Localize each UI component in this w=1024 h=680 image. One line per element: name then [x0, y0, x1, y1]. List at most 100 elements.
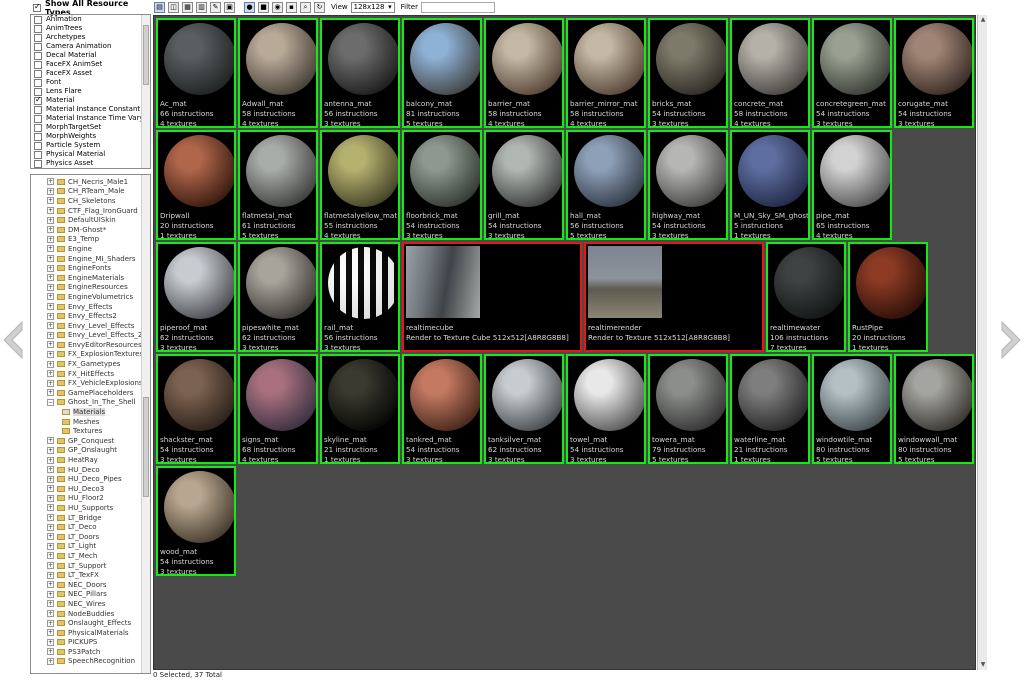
- expand-toggle-icon[interactable]: +: [47, 523, 54, 531]
- expand-toggle-icon[interactable]: −: [47, 398, 54, 406]
- resource-type-checkbox[interactable]: [34, 33, 42, 42]
- scroll-down-icon[interactable]: ▼: [979, 661, 987, 669]
- package-tree-item[interactable]: + DM-Ghost*: [31, 225, 150, 235]
- resource-type-scrollbar[interactable]: [141, 15, 150, 168]
- expand-toggle-icon[interactable]: +: [47, 629, 54, 637]
- expand-toggle-icon[interactable]: +: [47, 619, 54, 627]
- expand-toggle-icon[interactable]: +: [47, 638, 54, 646]
- package-tree-item[interactable]: + HeatRay: [31, 455, 150, 465]
- expand-toggle-icon[interactable]: +: [47, 504, 54, 512]
- expand-toggle-icon[interactable]: +: [47, 293, 54, 301]
- resource-type-item[interactable]: FaceFX AnimSet: [31, 60, 150, 69]
- package-tree-item[interactable]: Materials: [31, 407, 150, 417]
- expand-toggle-icon[interactable]: +: [47, 552, 54, 560]
- material-tile[interactable]: grill_mat 54 instructions 3 textures: [484, 130, 564, 240]
- material-tile[interactable]: wood_mat 54 instructions 3 textures: [156, 466, 236, 576]
- package-tree-item[interactable]: + HU_Floor2: [31, 494, 150, 504]
- package-tree-item[interactable]: + HU_Deco: [31, 465, 150, 475]
- refresh-icon[interactable]: ↻: [314, 1, 325, 13]
- package-tree-item[interactable]: + Envy_Effects: [31, 302, 150, 312]
- resource-type-checkbox[interactable]: [34, 95, 42, 105]
- material-tile[interactable]: pipe_mat 65 instructions 4 textures: [812, 130, 892, 240]
- material-tile[interactable]: concretegreen_mat 54 instructions 3 textur…: [812, 18, 892, 128]
- tag-icon[interactable]: ✎: [210, 1, 221, 13]
- expand-toggle-icon[interactable]: +: [47, 197, 54, 205]
- material-tile[interactable]: floorbrick_mat 54 instructions 3 textures: [402, 130, 482, 240]
- resource-type-checkbox[interactable]: [34, 42, 42, 51]
- sphere-preview-icon[interactable]: ●: [244, 1, 255, 13]
- package-tree-item[interactable]: + NEC_Wires: [31, 599, 150, 609]
- resource-type-item[interactable]: Material Instance Time Varying: [31, 114, 150, 123]
- scroll-up-icon[interactable]: ▲: [979, 16, 987, 24]
- package-tree-item[interactable]: + GP_Onslaught: [31, 446, 150, 456]
- resource-type-item[interactable]: MorphTargetSet: [31, 123, 150, 132]
- resource-type-item[interactable]: Material: [31, 95, 150, 105]
- material-tile[interactable]: towel_mat 54 instructions 3 textures: [566, 354, 646, 464]
- expand-toggle-icon[interactable]: +: [47, 581, 54, 589]
- grid-icon[interactable]: ▥: [196, 1, 207, 13]
- material-tile[interactable]: flatmetalyellow_mat 55 instructions 4 text…: [320, 130, 400, 240]
- resource-type-item[interactable]: Decal Material: [31, 51, 150, 60]
- resource-type-checkbox[interactable]: [34, 60, 42, 69]
- expand-toggle-icon[interactable]: +: [47, 341, 54, 349]
- expand-toggle-icon[interactable]: +: [47, 542, 54, 550]
- package-tree-item[interactable]: + LT_Bridge: [31, 513, 150, 523]
- resource-type-checkbox[interactable]: [34, 141, 42, 150]
- package-tree-item[interactable]: + EngineResources: [31, 283, 150, 293]
- package-tree-item[interactable]: + LT_Light: [31, 542, 150, 552]
- material-tile[interactable]: corugate_mat 54 instructions 3 textures: [894, 18, 974, 128]
- package-tree-item[interactable]: + EngineVolumetrics: [31, 292, 150, 302]
- package-tree-item[interactable]: + HU_Deco_Pipes: [31, 474, 150, 484]
- package-tree-item[interactable]: + NodeBuddies: [31, 609, 150, 619]
- expand-toggle-icon[interactable]: +: [47, 562, 54, 570]
- plane-preview-icon[interactable]: ▪: [286, 1, 297, 13]
- resource-type-item[interactable]: Particle System: [31, 141, 150, 150]
- resource-type-item[interactable]: FaceFX Asset: [31, 69, 150, 78]
- material-tile[interactable]: waterline_mat 21 instructions 1 textures: [730, 354, 810, 464]
- material-tile[interactable]: windowtile_mat 80 instructions 5 textures: [812, 354, 892, 464]
- package-tree-item[interactable]: Textures: [31, 426, 150, 436]
- resource-type-item[interactable]: Material Instance Constant: [31, 105, 150, 114]
- material-tile[interactable]: flatmetal_mat 61 instructions 5 textures: [238, 130, 318, 240]
- material-tile[interactable]: Ac_mat 66 instructions 4 textures: [156, 18, 236, 128]
- material-tile[interactable]: Dripwall 20 instructions 1 textures: [156, 130, 236, 240]
- split-view-icon[interactable]: ◫: [168, 1, 179, 13]
- resource-type-checkbox[interactable]: [34, 69, 42, 78]
- expand-toggle-icon[interactable]: +: [47, 446, 54, 454]
- material-tile[interactable]: antenna_mat 56 instructions 3 textures: [320, 18, 400, 128]
- cylinder-preview-icon[interactable]: ◉: [272, 1, 283, 13]
- expand-toggle-icon[interactable]: +: [47, 322, 54, 330]
- resource-type-item[interactable]: Animation: [31, 15, 150, 24]
- filter-input[interactable]: [420, 1, 495, 13]
- expand-toggle-icon[interactable]: +: [47, 283, 54, 291]
- package-tree-item[interactable]: + PICKUPS: [31, 638, 150, 648]
- material-tile[interactable]: bricks_mat 54 instructions 3 textures: [648, 18, 728, 128]
- next-page-arrow-icon[interactable]: [998, 318, 1024, 362]
- package-tree-item[interactable]: + EngineFonts: [31, 263, 150, 273]
- expand-toggle-icon[interactable]: +: [47, 274, 54, 282]
- material-tile[interactable]: realtimewater106 instructions7 texturesM…: [766, 242, 846, 352]
- resource-type-item[interactable]: Physical Material: [31, 150, 150, 159]
- resource-type-checkbox[interactable]: [34, 51, 42, 60]
- resource-type-item[interactable]: Lens Flare: [31, 87, 150, 96]
- package-tree-item[interactable]: + PhysicalMaterials: [31, 628, 150, 638]
- image-icon[interactable]: ▣: [224, 1, 235, 13]
- expand-toggle-icon[interactable]: +: [47, 379, 54, 387]
- material-tile[interactable]: pipeswhite_mat 62 instructions 3 textures: [238, 242, 318, 352]
- package-tree-item[interactable]: + Engine_MI_Shaders: [31, 254, 150, 264]
- expand-toggle-icon[interactable]: +: [47, 245, 54, 253]
- package-tree-item[interactable]: + DefaultUISkin: [31, 215, 150, 225]
- resource-type-checkbox[interactable]: [34, 15, 42, 24]
- package-tree-item[interactable]: + FX_ExplosionTextures: [31, 350, 150, 360]
- expand-toggle-icon[interactable]: +: [47, 207, 54, 215]
- expand-toggle-icon[interactable]: +: [47, 370, 54, 378]
- package-tree-item[interactable]: Meshes: [31, 417, 150, 427]
- show-all-checkbox[interactable]: [33, 2, 41, 12]
- resource-type-item[interactable]: AnimTrees: [31, 24, 150, 33]
- material-tile[interactable]: realtimerender Render to Texture 512x512[…: [584, 242, 764, 352]
- show-all-types-toggle[interactable]: Show All Resource Types: [30, 0, 151, 17]
- package-tree-item[interactable]: + FX_HitEffects: [31, 369, 150, 379]
- package-tree-item[interactable]: + FX_VehicleExplosions: [31, 378, 150, 388]
- resource-type-checkbox[interactable]: [34, 123, 42, 132]
- expand-toggle-icon[interactable]: +: [47, 331, 54, 339]
